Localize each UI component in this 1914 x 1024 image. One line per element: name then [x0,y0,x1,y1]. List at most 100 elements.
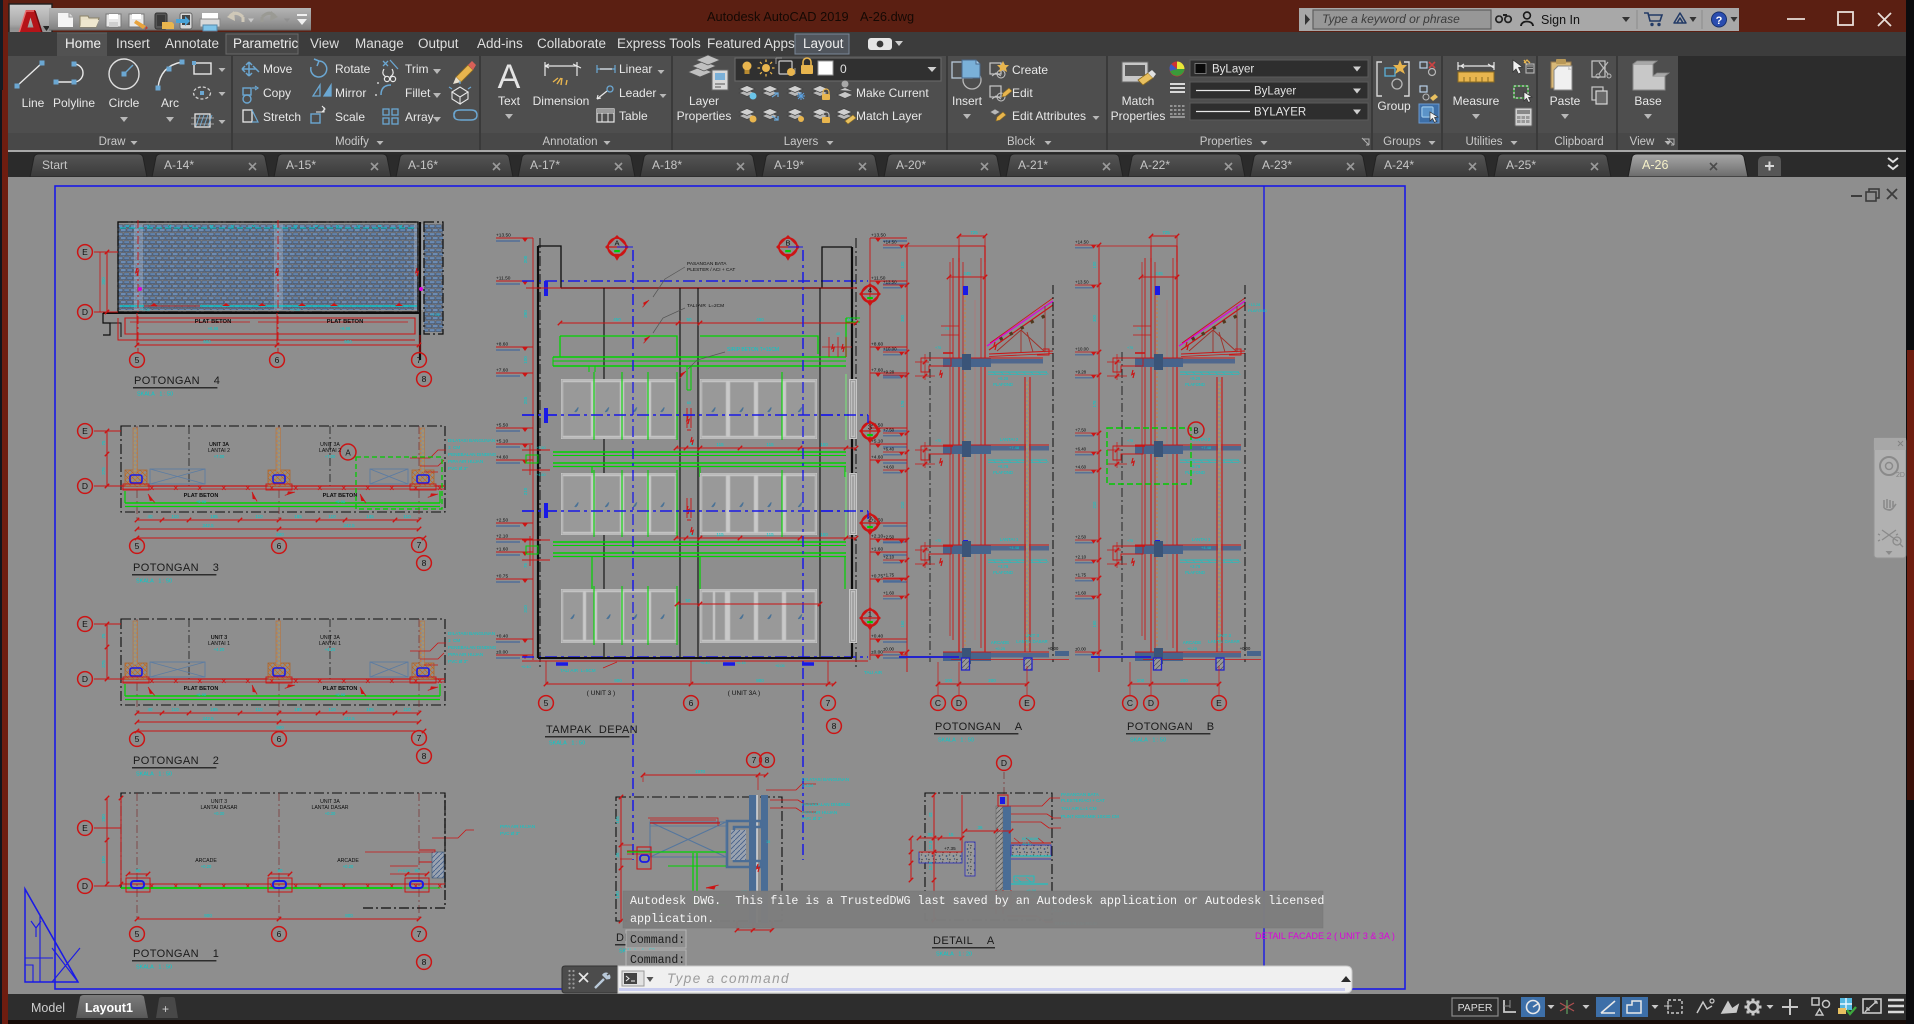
svg-text:185: 185 [366,514,374,519]
svg-text:8: 8 [422,558,427,568]
svg-text:115: 115 [766,532,774,537]
svg-text:7: 7 [417,733,422,743]
svg-text:A: A [498,58,521,96]
svg-text:342.5: 342.5 [202,716,214,721]
svg-text:Move: Move [263,62,293,76]
svg-text:110: 110 [171,514,179,519]
svg-text:A: A [345,449,351,458]
svg-text:A-19*: A-19* [774,158,804,172]
svg-text:A-25*: A-25* [1506,158,1536,172]
svg-text:Annotate: Annotate [165,36,219,51]
svg-text:Command:: Command: [630,934,685,947]
svg-text:Group: Group [1377,99,1411,113]
svg-text:110: 110 [255,514,263,519]
svg-text:900: 900 [344,339,352,344]
svg-text:210: 210 [900,501,905,509]
svg-text:+6.98: +6.98 [196,692,207,697]
svg-text:+7.50: +7.50 [1075,428,1087,433]
svg-text:Line: Line [22,96,45,110]
svg-text:6: 6 [277,734,282,744]
svg-text:Modify: Modify [335,136,369,148]
svg-text:PLAFOND: PLAFOND [1185,570,1205,575]
svg-text:POTONGAN 4: POTONGAN 4 [134,375,220,387]
svg-text:PASANGAN BATA: PASANGAN BATA [1061,792,1100,797]
svg-text:UNIT 3: UNIT 3 [1217,633,1231,638]
svg-text:PLAT BETON: PLAT BETON [327,319,364,325]
svg-text:100: 100 [101,856,106,864]
svg-text:Array: Array [405,110,434,124]
svg-text:342.5: 342.5 [202,523,214,528]
svg-text:+6.98: +6.98 [208,326,219,331]
svg-text:100: 100 [1137,678,1145,683]
svg-text:+6.98: +6.98 [335,692,346,697]
svg-text:E: E [82,426,88,436]
svg-text:Express Tools: Express Tools [617,36,701,51]
svg-text:( UNIT 3A ): ( UNIT 3A ) [728,690,760,697]
svg-text:178: 178 [900,400,905,408]
svg-text:+0.00: +0.00 [1240,646,1251,651]
svg-text:DETAIL FACADE 2 ( UNIT 3 & 3A: DETAIL FACADE 2 ( UNIT 3 & 3A ) [1255,931,1395,941]
svg-text:Block: Block [1007,136,1035,148]
svg-text:POTONGAN 3: POTONGAN 3 [133,562,219,574]
svg-text:Table: Table [619,109,648,123]
svg-text:Insert: Insert [952,94,983,108]
svg-text:+: + [162,1002,169,1016]
svg-text:245: 245 [963,271,971,276]
svg-text:5: 5 [135,355,140,365]
svg-text:+7.05: +7.05 [290,308,300,312]
svg-text:350: 350 [900,314,905,322]
svg-text:Autodesk AutoCAD 2019: Autodesk AutoCAD 2019 [707,9,849,24]
svg-text:100: 100 [900,261,905,269]
svg-text:+7.48: +7.48 [1201,445,1212,450]
svg-text:BYLAYER: BYLAYER [1254,107,1306,119]
svg-text:1970: 1970 [695,769,706,774]
svg-text:TALI AIR L=5CM: TALI AIR L=5CM [560,668,596,673]
svg-text:PLESTER / ACI + CAT: PLESTER / ACI + CAT [687,267,735,273]
svg-text:TALI AIR: TALI AIR [864,670,883,675]
svg-text:PVC Ø 3": PVC Ø 3" [448,466,468,471]
svg-text:Draw: Draw [99,136,127,148]
svg-text:Create: Create [1012,63,1048,77]
svg-text:Dimension: Dimension [533,94,590,108]
svg-text:LANTAI DASAR: LANTAI DASAR [1208,639,1239,644]
svg-text:110: 110 [403,707,411,712]
svg-text:+75: +75 [1127,439,1133,443]
svg-text:800: 800 [756,678,764,683]
svg-text:+7.35: +7.35 [944,846,956,851]
svg-text:40/40: 40/40 [1022,842,1032,846]
svg-text:342.5: 342.5 [343,716,355,721]
svg-text:D: D [1148,698,1154,708]
svg-text:+0.25: +0.25 [995,646,1006,651]
svg-text:Layout: Layout [803,36,844,51]
svg-text:KERAMIK: KERAMIK [1022,837,1040,841]
svg-text:PLAFOND: PLAFOND [1248,308,1267,313]
svg-text:A-24*: A-24* [1384,158,1414,172]
svg-text:DILATASI BANGUNAN: DILATASI BANGUNAN [448,438,495,443]
svg-text:LANTAI DASAR: LANTAI DASAR [1016,639,1047,644]
svg-text:36: 36 [977,825,983,830]
svg-text:POTONGAN 2: POTONGAN 2 [133,755,219,767]
svg-text:Layout1: Layout1 [85,1001,133,1015]
svg-text:+7.05: +7.05 [140,308,150,312]
svg-text:C: C [1127,698,1133,708]
svg-text:A: A [614,239,619,248]
svg-text:100: 100 [1092,261,1097,269]
svg-text:+3.78: +3.78 [998,564,1009,569]
svg-text:POTONGAN A: POTONGAN A [935,721,1023,733]
svg-text:SKALA 1 : 50: SKALA 1 : 50 [137,392,173,398]
svg-text:+4.48: +4.48 [1009,545,1020,550]
svg-text:+0.30: +0.30 [214,811,225,816]
svg-text:900: 900 [614,678,622,683]
svg-text:LANTAI 1: LANTAI 1 [1000,537,1019,542]
svg-text:+3.78: +3.78 [1190,564,1201,569]
svg-text:application.: application. [630,912,714,926]
svg-text:210: 210 [523,487,528,495]
svg-text:PIPA AIR HUJAN: PIPA AIR HUJAN [448,652,483,657]
svg-text:8: 8 [422,751,427,761]
svg-text:150: 150 [820,442,828,447]
svg-text:75: 75 [523,563,528,569]
svg-text:P+0.05: P+0.05 [398,869,410,873]
svg-text:210: 210 [1092,501,1097,509]
svg-text:15: 15 [847,317,853,322]
svg-text:POTONGAN 1: POTONGAN 1 [133,948,219,960]
